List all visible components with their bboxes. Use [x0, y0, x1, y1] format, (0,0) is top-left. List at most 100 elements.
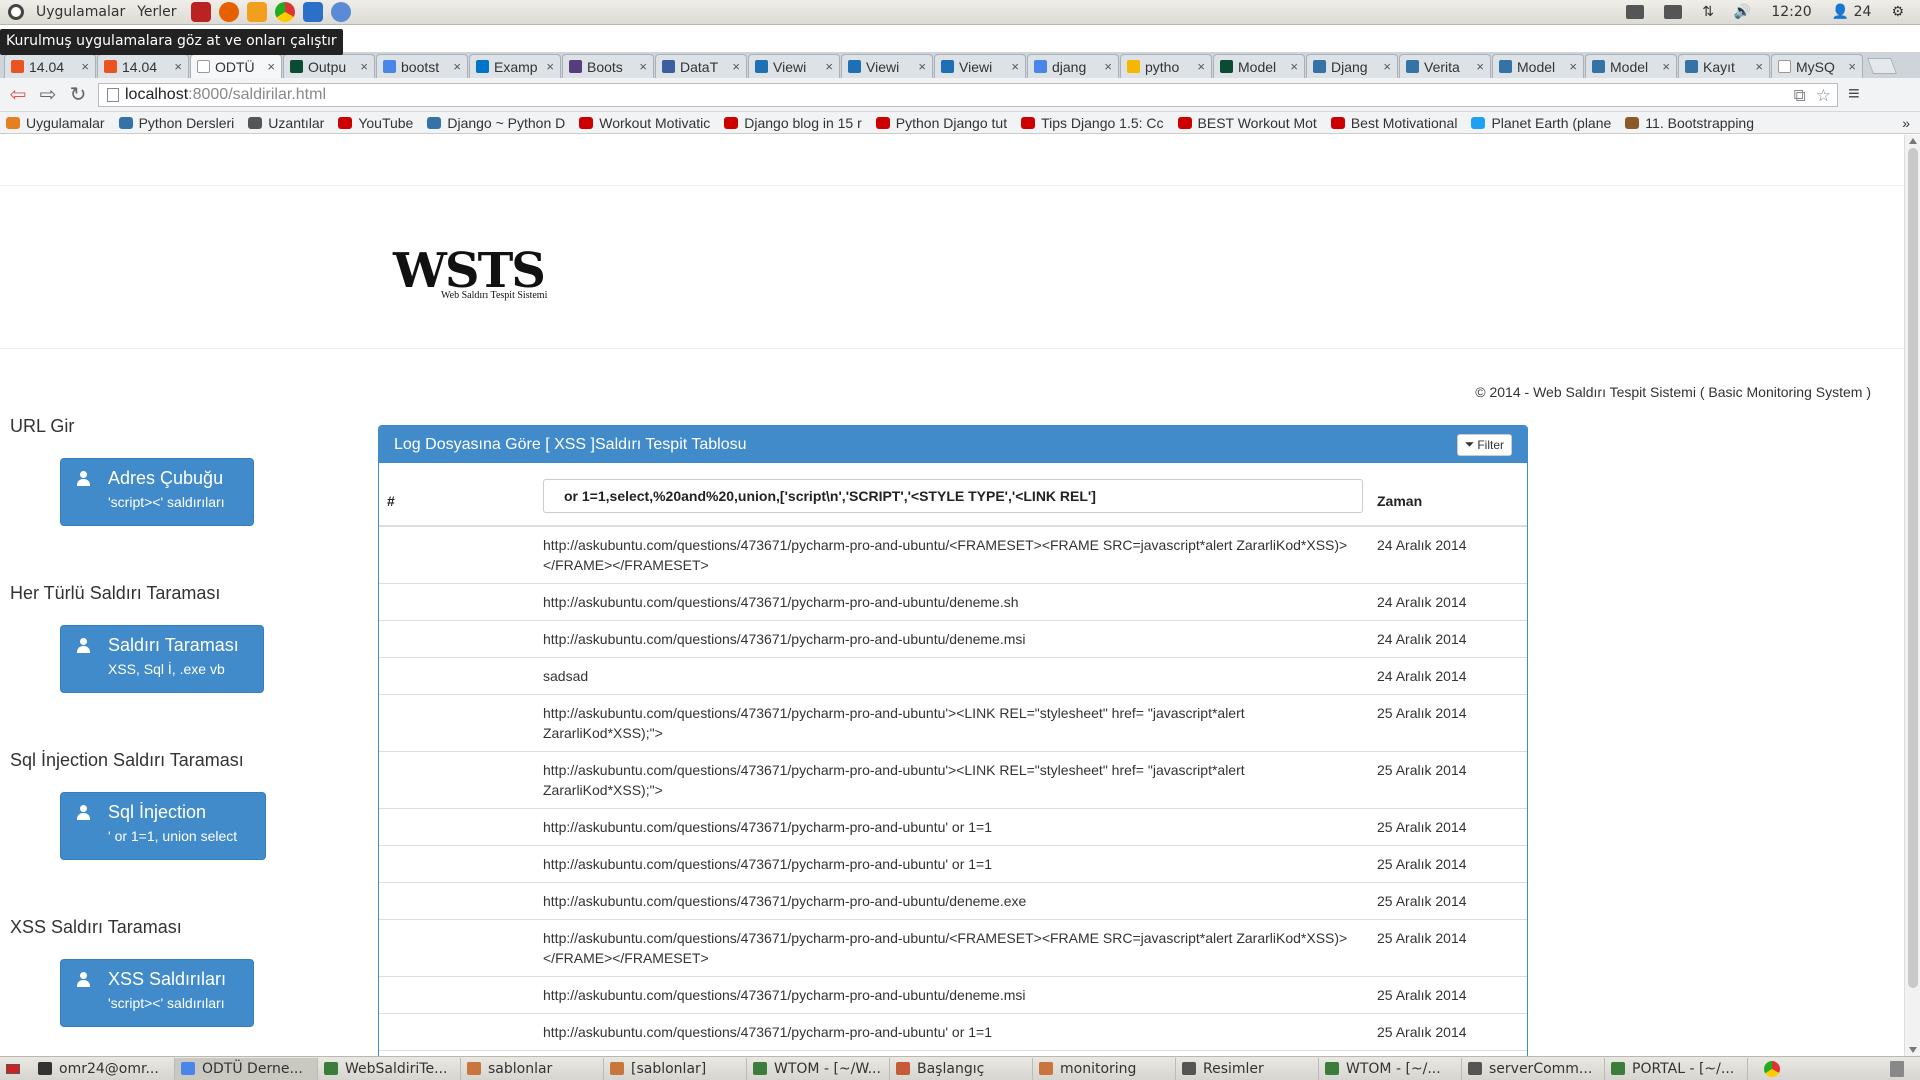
tab-close-icon[interactable]: ×: [1755, 59, 1763, 74]
browser-tab[interactable]: pytho ×: [1120, 54, 1212, 78]
tab-close-icon[interactable]: ×: [918, 59, 926, 74]
browser-tab[interactable]: Viewi ×: [748, 54, 840, 78]
tab-close-icon[interactable]: ×: [1662, 59, 1670, 74]
bookmark-item[interactable]: Django blog in 15 r: [724, 115, 862, 131]
browser-tab[interactable]: Model ×: [1585, 54, 1677, 78]
browser-tab[interactable]: bootst ×: [376, 54, 468, 78]
reload-icon[interactable]: ↻: [66, 83, 90, 107]
tab-close-icon[interactable]: ×: [1569, 59, 1577, 74]
tab-close-icon[interactable]: ×: [1476, 59, 1484, 74]
trash-icon[interactable]: [1890, 1060, 1904, 1077]
network-arrows-icon[interactable]: ⇅: [1702, 4, 1714, 20]
bookmark-item[interactable]: BEST Workout Mot: [1177, 115, 1317, 131]
tab-close-icon[interactable]: ×: [1011, 59, 1019, 74]
attack-scan-button[interactable]: Saldırı Taraması XSS, Sql İ, .exe vb: [60, 625, 264, 693]
taskbar-window-button[interactable]: PORTAL - [~/...: [1605, 1057, 1748, 1080]
firefox-launcher-icon[interactable]: [218, 2, 239, 22]
taskbar-window-button[interactable]: monitoring: [1033, 1057, 1176, 1080]
tab-close-icon[interactable]: ×: [732, 59, 740, 74]
taskbar-window-button[interactable]: ODTÜ Derne...: [175, 1057, 318, 1080]
bookmark-item[interactable]: Planet Earth (plane: [1471, 115, 1611, 131]
translate-icon[interactable]: ⧉: [1794, 86, 1806, 106]
bookmark-star-icon[interactable]: ☆: [1816, 86, 1831, 106]
taskbar-window-button[interactable]: [sablonlar]: [604, 1057, 747, 1080]
browser-tab[interactable]: ODTÜ ×: [190, 54, 282, 78]
address-bar-button[interactable]: Adres Çubuğu 'script><' saldırıları: [60, 458, 254, 526]
tab-close-icon[interactable]: ×: [1197, 59, 1205, 74]
browser-tab[interactable]: Examp ×: [469, 54, 561, 78]
user-count[interactable]: 👤 24: [1832, 4, 1872, 20]
chrome-launcher-icon[interactable]: [274, 2, 295, 22]
tab-close-icon[interactable]: ×: [174, 59, 182, 74]
bookmark-item[interactable]: Python Dersleri: [118, 115, 234, 131]
scroll-up-arrow-icon[interactable]: [1909, 138, 1917, 144]
table-search-input[interactable]: or 1=1,select,%20and%20,union,['script\n…: [543, 479, 1363, 513]
taskbar-window-button[interactable]: serverComm...: [1462, 1057, 1605, 1080]
bookmark-item[interactable]: YouTube: [338, 115, 413, 131]
clock[interactable]: 12:20: [1771, 4, 1811, 20]
browser-tab[interactable]: djang ×: [1027, 54, 1119, 78]
taskbar-window-button[interactable]: WTOM - [~/...: [1319, 1057, 1462, 1080]
taskbar-window-button[interactable]: sablonlar: [461, 1057, 604, 1080]
browser-tab[interactable]: Boots ×: [562, 54, 654, 78]
tab-close-icon[interactable]: ×: [1848, 59, 1856, 74]
show-desktop-icon[interactable]: [6, 1058, 26, 1080]
browser-tab[interactable]: Outpu ×: [283, 54, 375, 78]
browser-tab[interactable]: Kayıt ×: [1678, 54, 1770, 78]
bookmark-item[interactable]: Workout Motivatic: [579, 115, 710, 131]
scroll-thumb[interactable]: [1908, 148, 1918, 988]
battery-icon[interactable]: [1664, 5, 1683, 19]
sql-injection-button[interactable]: Sql İnjection ' or 1=1, union select: [60, 792, 266, 860]
browser-tab[interactable]: DataT ×: [655, 54, 747, 78]
new-tab-button[interactable]: [1867, 58, 1897, 74]
tab-close-icon[interactable]: ×: [267, 59, 275, 74]
tab-close-icon[interactable]: ×: [1290, 59, 1298, 74]
tab-close-icon[interactable]: ×: [453, 59, 461, 74]
taskbar-window-button[interactable]: WTOM - [~/W...: [747, 1057, 890, 1080]
taskbar-window-button[interactable]: omr24@omr...: [32, 1057, 175, 1080]
mail-icon[interactable]: [1626, 5, 1645, 19]
tab-close-icon[interactable]: ×: [639, 59, 647, 74]
browser-tab[interactable]: Model ×: [1492, 54, 1584, 78]
tab-close-icon[interactable]: ×: [1104, 59, 1112, 74]
browser-tab[interactable]: Viewi ×: [934, 54, 1026, 78]
gear-icon[interactable]: ⚙: [1891, 4, 1904, 20]
bookmark-item[interactable]: Tips Django 1.5: Cc: [1021, 115, 1164, 131]
tab-close-icon[interactable]: ×: [81, 59, 89, 74]
chromium-launcher-icon[interactable]: [330, 2, 351, 22]
tab-close-icon[interactable]: ×: [1383, 59, 1391, 74]
browser-tab[interactable]: Djang ×: [1306, 54, 1398, 78]
taskbar-window-button[interactable]: WebSaldiriTe...: [318, 1057, 461, 1080]
terminal-launcher-icon[interactable]: [190, 2, 211, 22]
browser-tab[interactable]: Verita ×: [1399, 54, 1491, 78]
bookmarks-overflow-chevron[interactable]: »: [1902, 115, 1910, 131]
bookmark-item[interactable]: Python Django tut: [875, 115, 1007, 131]
tab-close-icon[interactable]: ×: [360, 59, 368, 74]
browser-tab[interactable]: 14.04 ×: [97, 54, 189, 78]
bookmark-item[interactable]: Uygulamalar: [6, 115, 105, 131]
network-launcher-icon[interactable]: [302, 2, 323, 22]
filter-button[interactable]: ⏷ Filter: [1456, 433, 1512, 456]
back-arrow-icon[interactable]: ⇦: [6, 83, 30, 107]
forward-arrow-icon[interactable]: ⇨: [36, 83, 60, 107]
bookmark-item[interactable]: 11. Bootstrapping: [1625, 115, 1754, 131]
editor-launcher-icon[interactable]: [246, 2, 267, 22]
browser-tab[interactable]: 14.04 ×: [4, 54, 96, 78]
volume-icon[interactable]: 🔊: [1734, 4, 1751, 20]
taskbar-window-button[interactable]: Başlangıç: [890, 1057, 1033, 1080]
menu-places[interactable]: Yerler: [137, 4, 176, 20]
scroll-down-arrow-icon[interactable]: [1909, 1047, 1917, 1053]
bookmark-item[interactable]: Best Motivational: [1330, 115, 1457, 131]
ubuntu-logo-icon[interactable]: [8, 4, 24, 20]
menu-applications[interactable]: Uygulamalar: [36, 4, 125, 20]
tab-close-icon[interactable]: ×: [546, 59, 554, 74]
chrome-tray-icon[interactable]: [1764, 1060, 1780, 1077]
bookmark-item[interactable]: Django ~ Python D: [427, 115, 565, 131]
browser-tab[interactable]: Model ×: [1213, 54, 1305, 78]
hamburger-menu-icon[interactable]: ≡: [1848, 83, 1860, 106]
address-bar[interactable]: localhost:8000/saldirilar.html ⧉ ☆: [98, 82, 1838, 107]
xss-attacks-button[interactable]: XSS Saldırıları 'script><' saldırıları: [60, 959, 254, 1027]
tab-close-icon[interactable]: ×: [825, 59, 833, 74]
page-scrollbar[interactable]: [1904, 135, 1920, 1056]
browser-tab[interactable]: MySQ ×: [1771, 54, 1863, 78]
